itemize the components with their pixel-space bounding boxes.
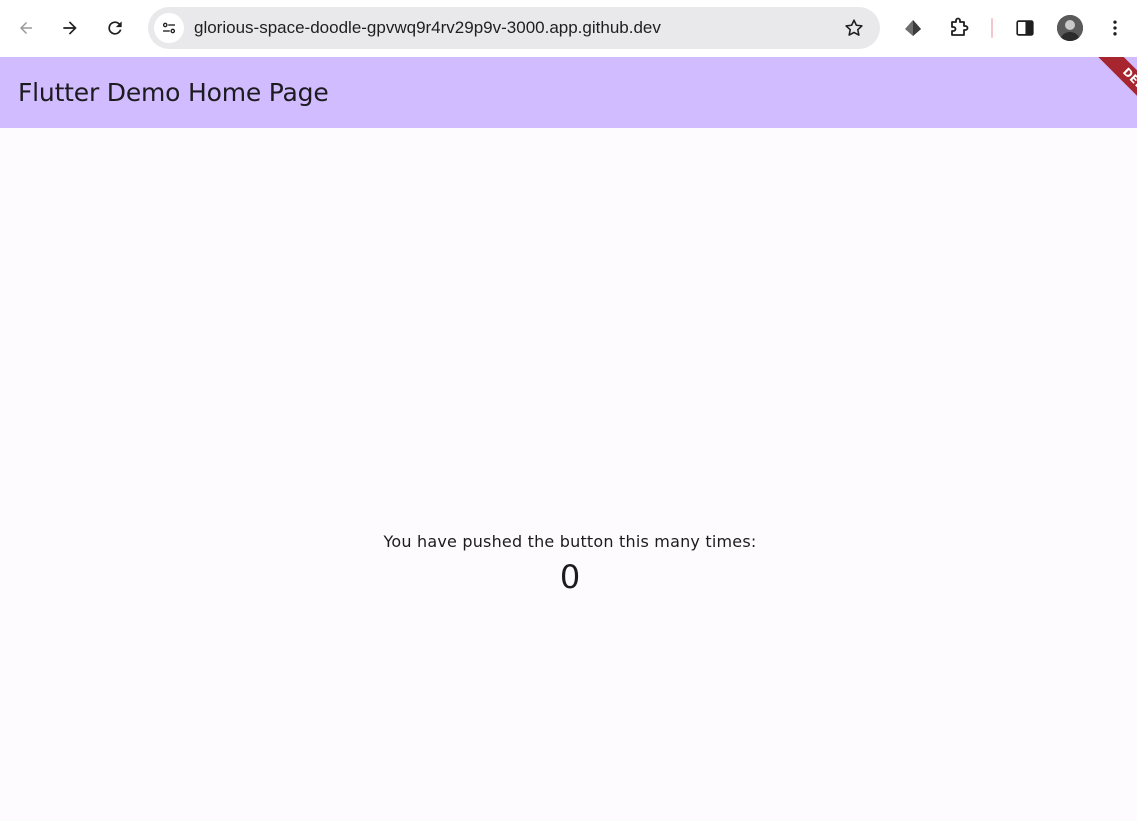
profile-avatar-icon — [1057, 15, 1083, 41]
star-icon — [845, 19, 863, 36]
extension-shield-icon — [905, 20, 921, 36]
extension-button[interactable] — [899, 14, 927, 42]
counter-label: You have pushed the button this many tim… — [383, 532, 757, 551]
bookmark-button[interactable] — [842, 16, 866, 40]
avatar[interactable] — [1057, 15, 1083, 41]
address-bar[interactable]: glorious-space-doodle-gpvwq9r4rv29p9v-30… — [148, 7, 880, 49]
page-title: Flutter Demo Home Page — [18, 78, 329, 107]
tune-icon — [162, 22, 176, 34]
browser-toolbar: glorious-space-doodle-gpvwq9r4rv29p9v-30… — [0, 0, 1137, 57]
reload-button[interactable] — [97, 10, 133, 46]
side-panel-icon — [1016, 20, 1034, 36]
app-body: You have pushed the button this many tim… — [0, 128, 1137, 821]
extensions-button[interactable] — [945, 14, 973, 42]
app-bar: Flutter Demo Home Page — [0, 57, 1137, 128]
arrow-left-icon — [20, 22, 32, 34]
toolbar-divider — [991, 18, 993, 38]
side-panel-button[interactable] — [1011, 14, 1039, 42]
chrome-menu-button[interactable] — [1101, 14, 1129, 42]
url-text[interactable]: glorious-space-doodle-gpvwq9r4rv29p9v-30… — [194, 7, 661, 49]
forward-button[interactable] — [52, 10, 88, 46]
back-button[interactable] — [8, 10, 44, 46]
site-info-button[interactable] — [154, 13, 184, 43]
puzzle-icon — [951, 17, 969, 36]
arrow-right-icon — [63, 21, 77, 35]
kebab-menu-icon — [1113, 20, 1117, 36]
reload-icon — [108, 21, 122, 35]
counter-value: 0 — [559, 558, 581, 596]
